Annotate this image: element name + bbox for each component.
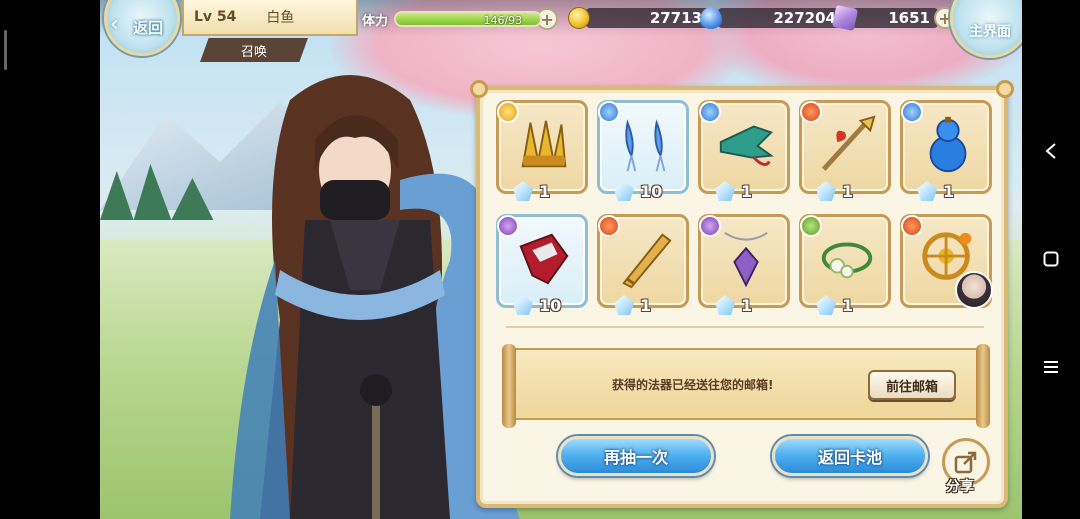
crystal-pendant-icon [724, 231, 768, 288]
go-to-mailbox-button[interactable]: 前往邮箱 [868, 370, 956, 400]
reward-count-value: 1 [842, 295, 854, 315]
system-home-icon[interactable] [1038, 246, 1064, 272]
reward-slot[interactable]: 1 [597, 214, 689, 315]
reward-slot[interactable] [900, 214, 993, 309]
reward-count: 1 [614, 295, 651, 315]
gem-amount: 1651 [852, 8, 938, 28]
water-counter: 227204 [700, 7, 844, 29]
gold-amount: 27713 [586, 8, 710, 28]
edge-indicator [4, 30, 7, 70]
chevron-left-icon: ‹ [110, 12, 119, 37]
section-tag: 召唤 [200, 38, 308, 62]
system-menu-icon[interactable] [1038, 354, 1064, 380]
reward-count: 10 [614, 181, 662, 201]
player-level: Lv 54 [194, 9, 237, 25]
reward-count-value: 10 [539, 295, 562, 315]
share-button[interactable]: 分享 [942, 438, 994, 498]
reward-slot[interactable]: 10 [597, 100, 689, 201]
player-level-banner: Lv 54 白鱼 [182, 0, 358, 36]
home-button-label: 主界面 [969, 24, 1011, 40]
reward-slot[interactable]: 1 [496, 100, 588, 201]
left-screen-edge [0, 0, 100, 519]
golden-scabbard-icon [622, 233, 672, 289]
reward-count: 1 [816, 181, 853, 201]
jade-claw-gauntlet-icon [719, 125, 774, 166]
share-label: 分享 [946, 479, 974, 495]
reward-count: 1 [816, 295, 853, 315]
back-button[interactable]: ‹ 返回 [100, 0, 180, 56]
crystal-icon [816, 295, 836, 315]
reward-count-value: 1 [943, 181, 955, 201]
gold-coin-icon [568, 7, 590, 29]
crystal-icon [715, 181, 735, 201]
mail-notice-scroll: 获得的法器已经送往您的邮箱! 前往邮箱 [502, 344, 990, 428]
red-tasseled-spear-icon [821, 115, 876, 171]
summoned-character-illustration [230, 75, 520, 519]
water-amount: 227204 [718, 8, 844, 28]
back-to-pool-button[interactable]: 返回卡池 [772, 436, 928, 476]
mail-notice-message: 获得的法器已经送往您的邮箱! [612, 377, 774, 392]
crystal-icon [513, 295, 533, 315]
reward-count: 1 [513, 181, 550, 201]
panel-corner-ornament [996, 80, 1014, 98]
crystal-icon [513, 181, 533, 201]
reward-slot[interactable]: 1 [698, 100, 790, 201]
system-navigation-bar [1022, 0, 1080, 519]
reward-count: 1 [715, 295, 752, 315]
summon-result-panel: 1 10 1 1 1 10 1 1 1 获得的法器已经送往您的邮箱! 前往邮箱 再抽一次 返回卡… [470, 80, 1014, 508]
stamina-value: 146/93 [483, 14, 523, 27]
chibi-portrait-icon [955, 271, 993, 309]
reward-slot[interactable]: 10 [496, 214, 588, 315]
reward-slot[interactable]: 1 [799, 214, 891, 315]
player-name: 白鱼 [266, 10, 295, 26]
reward-slot[interactable]: 1 [698, 214, 790, 315]
reward-count-value: 1 [640, 295, 652, 315]
reward-count-value: 1 [741, 295, 753, 315]
stamina-label: 体力 [362, 13, 389, 29]
crystal-icon [614, 295, 634, 315]
reward-grid: 1 10 1 1 1 10 1 1 1 [496, 100, 993, 315]
blue-earrings-icon [625, 119, 666, 172]
gem-counter: 1651 + [831, 4, 956, 32]
reward-count: 10 [513, 295, 561, 315]
reward-count-value: 1 [741, 181, 753, 201]
back-button-label: 返回 [132, 18, 163, 37]
gold-counter: 27713 [568, 7, 710, 29]
crystal-icon [614, 181, 634, 201]
reward-count: 1 [715, 181, 752, 201]
system-back-icon[interactable] [1038, 138, 1064, 164]
golden-claw-icon [521, 120, 567, 168]
reward-slot[interactable]: 1 [799, 100, 891, 201]
reward-count-value: 1 [539, 181, 551, 201]
flower-bracelet-icon [821, 242, 873, 279]
stamina-bar: 146/93 [393, 11, 543, 27]
reward-slot[interactable]: 1 [900, 100, 992, 201]
panel-corner-ornament [470, 80, 488, 98]
draw-again-button[interactable]: 再抽一次 [558, 436, 714, 476]
reward-count: 1 [917, 181, 954, 201]
crimson-cloth-icon [519, 233, 569, 285]
panel-divider [506, 326, 984, 328]
crystal-icon [917, 181, 937, 201]
water-drop-icon [700, 7, 722, 29]
blue-gourd-icon [929, 116, 967, 173]
stamina-meter: 体力 146/93 + [362, 6, 558, 32]
gem-icon [831, 4, 859, 32]
crystal-icon [816, 181, 836, 201]
crystal-icon [715, 295, 735, 315]
reward-count-value: 10 [640, 181, 663, 201]
reward-count-value: 1 [842, 181, 854, 201]
